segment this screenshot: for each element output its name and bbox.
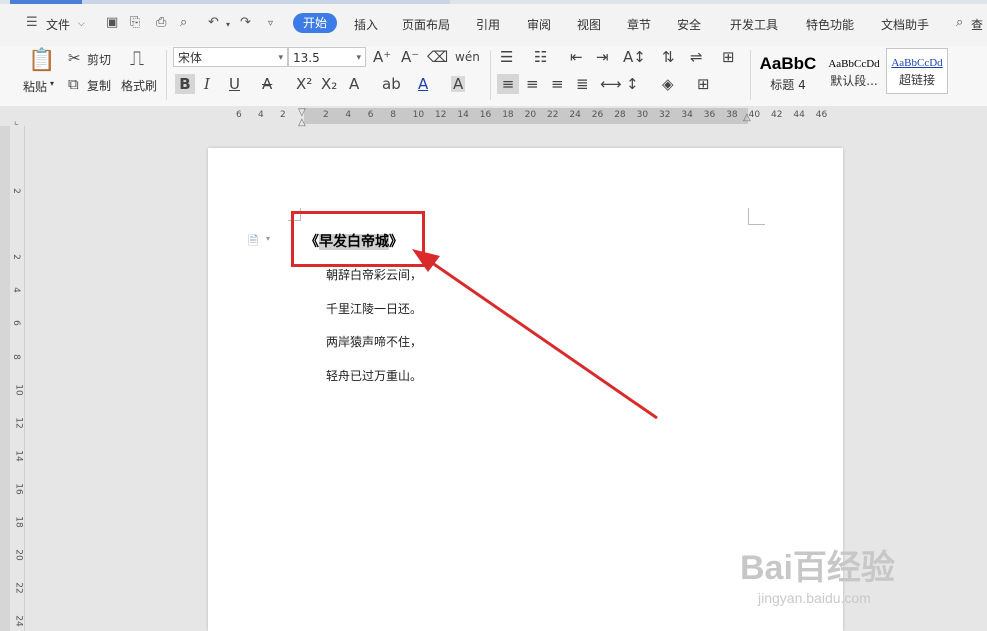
baidu-watermark-logo: Bai百经验 (740, 549, 895, 587)
annotation-arrow (412, 249, 658, 420)
arrow-head (412, 249, 440, 272)
arrow-shaft (427, 258, 658, 420)
baidu-watermark-url: jingyan.baidu.com (758, 590, 871, 606)
